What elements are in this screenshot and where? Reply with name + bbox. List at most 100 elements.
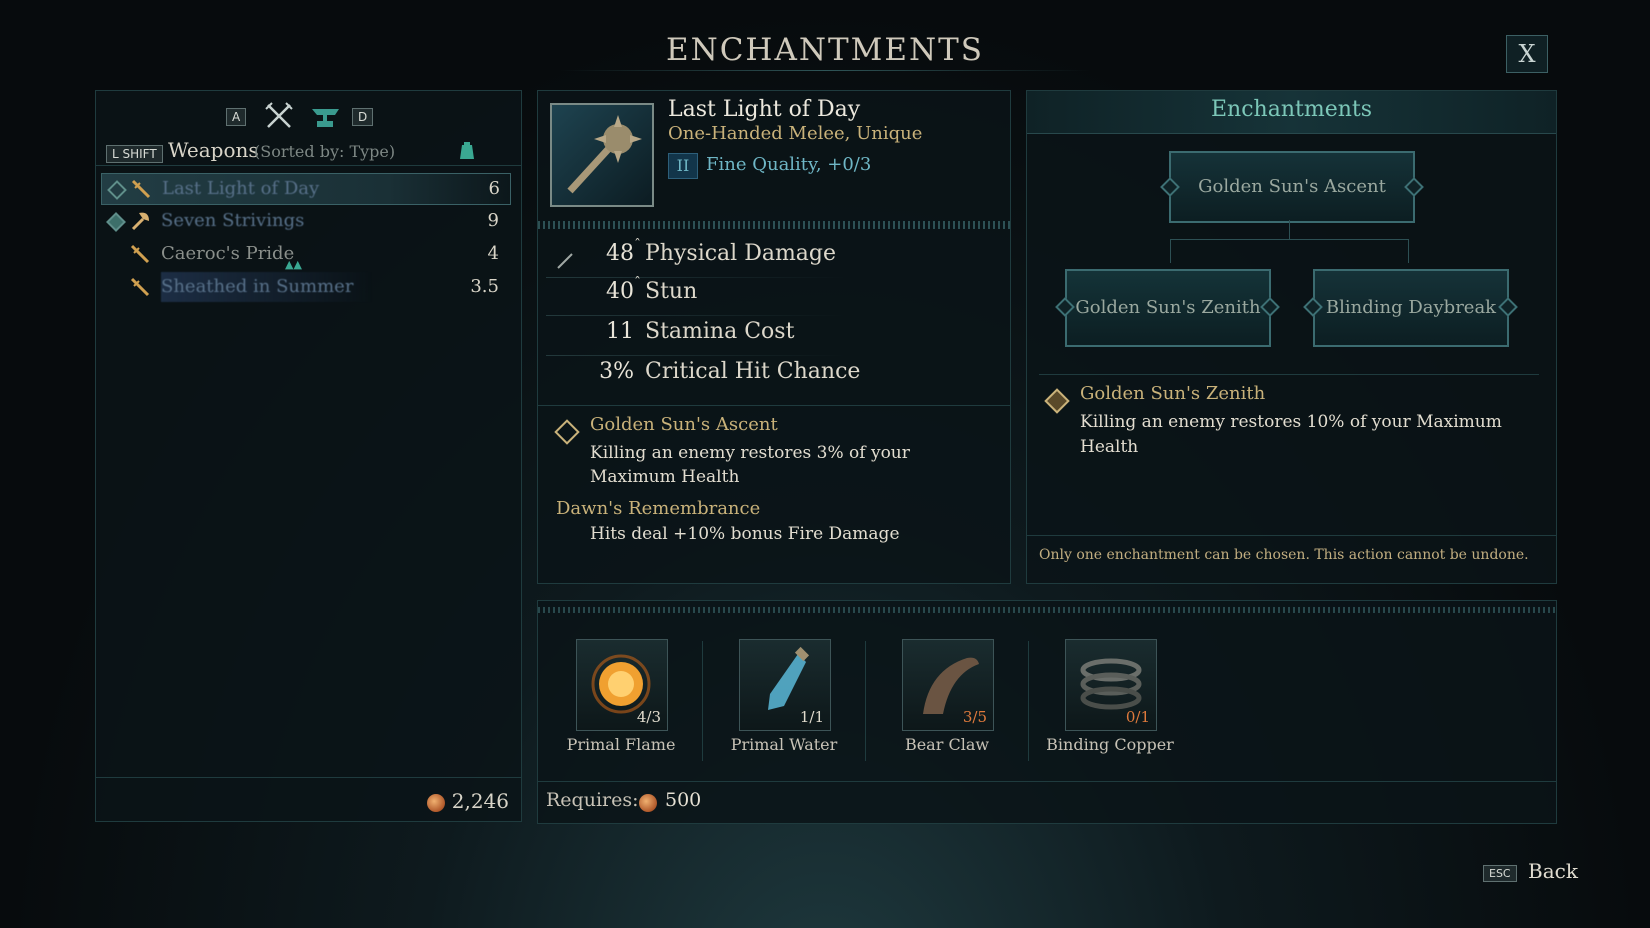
passive-name: Dawn's Remembrance — [556, 498, 761, 519]
sword-icon — [130, 178, 152, 200]
slot-divider — [702, 641, 703, 761]
current-enchantment-desc: Killing an enemy restores 3% of your Max… — [590, 443, 910, 487]
list-item[interactable]: Seven Strivings 9 — [101, 206, 509, 236]
material-slot[interactable]: 0/1 — [1065, 639, 1157, 731]
item-value: 9 — [487, 210, 499, 231]
stat-section-divider — [538, 405, 1010, 406]
back-button[interactable]: Back — [1528, 859, 1578, 883]
stat-label: Physical Damage — [645, 241, 837, 266]
selected-enchantment-desc: Killing an enemy restores 10% of your Ma… — [1080, 412, 1502, 457]
current-enchantment-name: Golden Sun's Ascent — [590, 414, 778, 435]
enchant-node-label: Golden Sun's Zenith — [1075, 297, 1261, 318]
key-lshift: L SHIFT — [106, 145, 163, 163]
item-name: Seven Strivings — [161, 210, 305, 231]
key-esc: ESC — [1483, 865, 1517, 882]
material-name: Primal Water — [730, 735, 838, 754]
material-count: 4/3 — [636, 708, 661, 726]
stat-crit-chance: 3% Critical Hit Chance — [538, 359, 1010, 397]
item-portrait — [550, 103, 654, 207]
sword-icon — [129, 276, 151, 298]
key-a: A — [226, 108, 247, 126]
list-item[interactable]: Sheathed in Summer 3.5 — [101, 272, 509, 302]
material-name: Primal Flame — [566, 735, 676, 754]
tree-line — [1289, 220, 1290, 240]
increase-arrow-icon: ˆ — [634, 275, 641, 291]
anvil-icon[interactable] — [309, 101, 343, 131]
enchant-node-root[interactable]: Golden Sun's Ascent — [1169, 151, 1415, 223]
material-name: Binding Copper — [1046, 735, 1174, 754]
stat-divider — [546, 355, 846, 356]
item-name: Last Light of Day — [668, 97, 861, 122]
gold-display: 2,246 — [427, 789, 509, 813]
list-item[interactable]: Last Light of Day 6 — [101, 173, 511, 205]
sword-stat-icon — [556, 251, 574, 269]
increase-arrow-icon: ˆ — [634, 237, 641, 253]
item-name: Caeroc's Pride — [161, 243, 295, 264]
selected-diamond-icon — [1044, 388, 1070, 414]
quality-tier: II — [676, 156, 690, 175]
stat-value: 40 — [606, 279, 634, 304]
enchant-node-daybreak[interactable]: Blinding Daybreak — [1313, 269, 1509, 347]
requires-cost: 500 — [665, 789, 702, 811]
materials-divider — [538, 607, 1556, 613]
stat-divider — [546, 315, 846, 316]
material-count: 3/5 — [962, 708, 987, 726]
coin-icon — [639, 794, 657, 812]
category-label: Weapons — [168, 138, 259, 162]
coin-icon — [427, 793, 446, 812]
item-name: Sheathed in Summer — [161, 272, 374, 302]
material-count: 1/1 — [799, 708, 824, 726]
note-divider — [1027, 535, 1556, 536]
tree-line — [1170, 239, 1171, 263]
stat-divider — [546, 277, 846, 278]
material-slot[interactable]: 4/3 — [576, 639, 668, 731]
enchant-node-label: Golden Sun's Ascent — [1198, 176, 1386, 197]
enchantment-tree-panel: Enchantments Golden Sun's Ascent Golden … — [1026, 90, 1557, 584]
equipped-diamond-icon — [107, 180, 127, 200]
title-divider — [560, 70, 1090, 71]
footer-divider — [96, 777, 521, 778]
list-divider — [96, 165, 521, 166]
stat-value: 48 — [606, 241, 634, 266]
stat-label: Stun — [645, 279, 698, 304]
sword-icon — [129, 243, 151, 265]
stat-stun: 40 ˆ Stun — [538, 275, 1010, 317]
crossed-swords-icon[interactable] — [264, 101, 294, 131]
prev-category-key[interactable]: A — [226, 106, 247, 126]
stat-label: Stamina Cost — [645, 319, 795, 344]
inventory-panel: A D L SHIFT Weapons (Sorted by: Type) La… — [95, 90, 522, 822]
item-name: Last Light of Day — [162, 178, 320, 199]
back-key[interactable]: ESC — [1483, 862, 1517, 882]
enchant-node-label: Blinding Daybreak — [1325, 297, 1497, 318]
stat-stamina-cost: 11 Stamina Cost — [538, 319, 1010, 357]
item-quality: Fine Quality, +0/3 — [706, 154, 872, 175]
close-button[interactable]: X — [1506, 35, 1548, 73]
diamond-icon — [106, 212, 126, 232]
tree-line — [1170, 239, 1408, 240]
key-d: D — [352, 108, 374, 126]
item-type: One-Handed Melee, Unique — [668, 123, 923, 144]
enchant-panel-title: Enchantments — [1210, 97, 1373, 122]
enchantment-diamond-icon — [554, 419, 580, 445]
stat-label: Critical Hit Chance — [645, 359, 861, 384]
material-slot[interactable]: 1/1 — [739, 639, 831, 731]
material-slot[interactable]: 3/5 — [902, 639, 994, 731]
gold-amount: 2,246 — [451, 789, 509, 813]
material-count: 0/1 — [1125, 708, 1150, 726]
slot-divider — [1028, 641, 1029, 761]
mace-icon — [567, 115, 642, 194]
selected-enchantment-name: Golden Sun's Zenith — [1080, 383, 1266, 404]
detail-divider — [1039, 374, 1539, 375]
item-details-panel: Last Light of Day One-Handed Melee, Uniq… — [537, 90, 1011, 584]
quality-badge: II — [668, 153, 698, 179]
materials-panel: 4/3 Primal Flame 1/1 Primal Water 3/5 Be… — [537, 600, 1557, 824]
sort-key[interactable]: L SHIFT — [106, 143, 163, 163]
next-category-key[interactable]: D — [352, 106, 374, 126]
enchant-node-zenith[interactable]: Golden Sun's Zenith — [1065, 269, 1271, 347]
warning-note: Only one enchantment can be chosen. This… — [1039, 547, 1529, 563]
slot-divider — [865, 641, 866, 761]
passive-desc: Hits deal +10% bonus Fire Damage — [590, 524, 900, 544]
stat-value: 11 — [606, 319, 634, 344]
requires-divider — [538, 781, 1556, 782]
list-item[interactable]: Caeroc's Pride ▲▲ 4 — [101, 239, 509, 271]
